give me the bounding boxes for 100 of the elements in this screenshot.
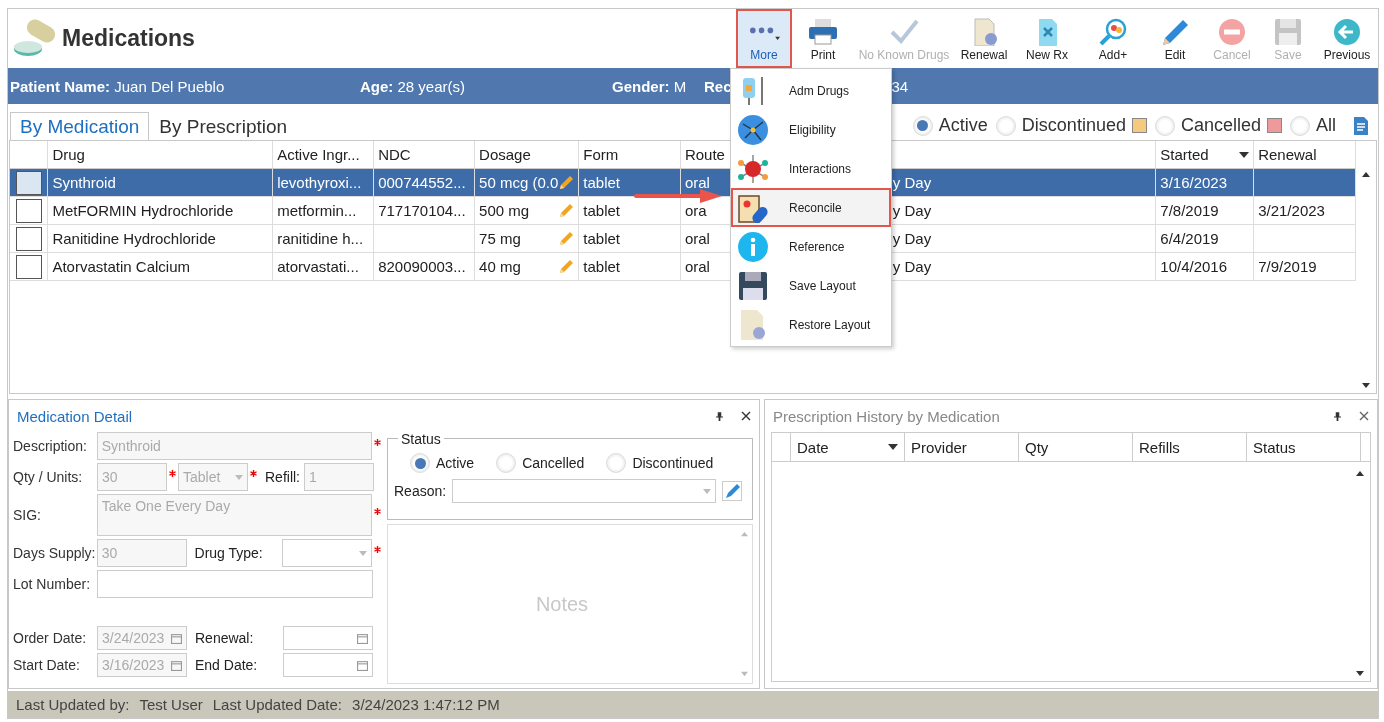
radio-button[interactable] [995, 115, 1016, 136]
column-header[interactable]: Started [1155, 141, 1254, 169]
filter-label: Active [938, 115, 988, 136]
tab[interactable]: By Prescription [149, 112, 298, 140]
input-field[interactable] [97, 570, 373, 598]
pin-icon[interactable] [1334, 411, 1341, 421]
panel-title: Medication Detail [17, 407, 134, 425]
column-header[interactable]: Active Ingr... [272, 141, 374, 169]
field-label: Renewal: [195, 630, 255, 646]
scroll-up-icon[interactable] [1355, 470, 1365, 478]
radio-label: Active [436, 455, 475, 471]
menu-item[interactable]: Adm Drugs [731, 71, 891, 110]
table-cell: 7/8/2019 [1160, 202, 1219, 219]
dropdown-arrow-icon[interactable] [703, 488, 712, 494]
checkbox[interactable] [15, 226, 42, 251]
pencil-icon[interactable] [722, 481, 743, 501]
tab[interactable]: By Medication [10, 112, 150, 140]
pencil-icon[interactable] [558, 258, 575, 275]
toolbar-button[interactable]: Print [792, 9, 854, 68]
column-header[interactable]: Renewal [1253, 141, 1356, 169]
toolbar-button[interactable]: More [736, 9, 792, 68]
table-cell: 10/4/2016 [1160, 258, 1228, 275]
molecule-icon [737, 152, 769, 185]
patient-info: Age: 28 year(s) [360, 77, 467, 95]
radio-button[interactable] [410, 453, 430, 473]
radio-button[interactable] [1290, 115, 1310, 136]
column-header[interactable]: Drug [47, 141, 273, 169]
filter-label: All [1316, 115, 1336, 136]
menu-item[interactable]: Reconcile [731, 188, 891, 227]
column-header[interactable]: Provider [905, 433, 1019, 461]
table-cell: 40 mg [479, 258, 521, 275]
toolbar-button[interactable]: New Rx [1014, 9, 1080, 68]
status-value: 3/24/2023 1:47:12 PM [352, 696, 500, 713]
calendar-icon[interactable] [357, 632, 368, 644]
radio-button[interactable] [496, 453, 517, 473]
calendar-icon[interactable] [357, 659, 368, 671]
date-field[interactable] [283, 653, 373, 677]
toolbar-button[interactable]: Previous [1316, 9, 1378, 68]
dropdown[interactable] [452, 479, 717, 503]
table-cell: 3/16/2023 [1160, 174, 1228, 191]
field-label: Order Date: [13, 630, 88, 646]
menu-item[interactable]: Reference [731, 227, 891, 266]
field-label: SIG: [13, 507, 42, 523]
column-header[interactable]: Date [791, 433, 905, 461]
window-title: Medications [62, 25, 195, 52]
patient-info: Rec [704, 77, 732, 95]
radio-button[interactable] [606, 453, 627, 473]
table-cell: Atorvastatin Calcium [52, 258, 190, 275]
sort-caret-icon[interactable] [888, 444, 898, 450]
checkbox[interactable] [15, 170, 42, 195]
table-cell: Synthroid [52, 174, 116, 191]
close-icon[interactable] [741, 411, 751, 421]
column-header[interactable]: NDC [373, 141, 475, 169]
table-cell: 820090003... [378, 258, 466, 275]
scroll-down-icon[interactable] [1361, 381, 1371, 389]
column-header[interactable]: Refills [1133, 433, 1247, 461]
date-field[interactable] [283, 626, 373, 650]
table-cell: Ranitidine Hydrochloride [52, 230, 216, 247]
column-header[interactable]: Status [1247, 433, 1361, 461]
sort-caret-icon[interactable] [1239, 151, 1250, 158]
column-header[interactable]: Qty [1019, 433, 1133, 461]
filter-label: Cancelled [1180, 115, 1261, 136]
filter-label: Discontinued [1021, 115, 1126, 136]
table-cell: tablet [583, 258, 620, 275]
scroll-up-icon[interactable] [1361, 171, 1371, 179]
pin-icon[interactable] [716, 411, 723, 421]
table-cell: metformin... [277, 202, 357, 219]
column-header[interactable]: Form [578, 141, 681, 169]
document-icon[interactable] [1352, 115, 1370, 136]
table-cell: atorvastati... [277, 258, 359, 275]
toolbar-button[interactable]: Renewal [954, 9, 1014, 68]
toolbar-button[interactable]: Add+ [1080, 9, 1146, 68]
close-icon[interactable] [1359, 411, 1369, 421]
pencil-icon[interactable] [558, 202, 575, 219]
field-label: Reason: [394, 483, 447, 499]
menu-item[interactable]: Restore Layout [731, 305, 891, 344]
table-cell: tablet [583, 174, 620, 191]
checkbox[interactable] [15, 254, 42, 279]
field-label: Start Date: [13, 657, 81, 673]
pencil-icon[interactable] [558, 174, 575, 191]
magnifier-icon [1097, 18, 1129, 46]
radio-button[interactable] [912, 115, 933, 136]
radio-button[interactable] [1154, 115, 1175, 136]
field-label: Lot Number: [13, 576, 92, 592]
table-cell: y Day [892, 202, 932, 219]
table-cell: oral [684, 174, 710, 191]
scroll-down-icon[interactable] [1355, 669, 1365, 677]
menu-item[interactable]: Interactions [731, 149, 891, 188]
menu-item[interactable]: Save Layout [731, 266, 891, 305]
dropdown-arrow-icon[interactable] [359, 550, 367, 556]
toolbar-button[interactable]: Edit [1146, 9, 1204, 68]
dropdown[interactable] [282, 539, 372, 567]
table-cell: tablet [583, 230, 620, 247]
checkbox[interactable] [15, 198, 42, 223]
pencil-icon[interactable] [558, 230, 575, 247]
table-cell: tablet [583, 202, 620, 219]
field-label: Description: [13, 438, 88, 454]
radio-label: Discontinued [632, 455, 714, 471]
column-header[interactable]: Dosage [474, 141, 579, 169]
menu-item[interactable]: Eligibility [731, 110, 891, 149]
